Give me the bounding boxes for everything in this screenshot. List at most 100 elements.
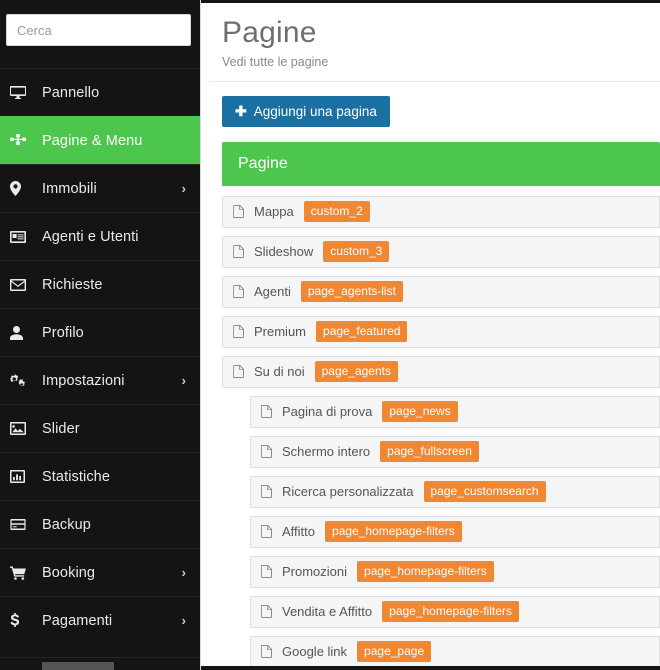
sidebar-item-profilo[interactable]: Profilo [0,308,200,356]
page-row-label: Mappa [254,204,294,220]
file-icon [233,205,246,219]
sidebar-item-label: Profilo [42,324,84,341]
sidebar-item-label: Immobili [42,180,97,197]
file-icon [233,325,246,339]
page-template-badge: page_agents-list [300,281,403,303]
file-icon [261,645,274,659]
sidebar-item-label: Pannello [42,84,100,101]
page-title: Pagine [222,16,317,49]
sidebar-item-impostazioni[interactable]: Impostazioni › [0,356,200,404]
add-page-button[interactable]: ✚ Aggiungi una pagina [222,95,390,127]
add-page-button-label: Aggiungi una pagina [253,103,377,119]
page-row[interactable]: Google link page_page [250,635,660,668]
pages-list: Mappa custom_2 Slideshow custom_3 Agenti… [222,185,660,668]
plus-icon: ✚ [235,103,247,120]
sidebar-item-backup[interactable]: Backup [0,500,200,548]
page-row[interactable]: Pagina di prova page_news [250,395,660,428]
sidebar-content-divider [200,0,201,670]
panel-title: Pagine [222,141,660,186]
sidebar-item-richieste[interactable]: Richieste [0,260,200,308]
pages-panel: Pagine Mappa custom_2 Slideshow custom_3 [222,141,660,668]
file-icon [261,405,274,419]
cart-icon [10,566,32,580]
sidebar-item-label: Slider [42,420,80,437]
sidebar-item-label: Booking [42,564,96,581]
page-row-label: Affitto [282,524,316,540]
page-template-badge: page_news [382,401,458,423]
search-input[interactable] [6,14,191,46]
hdd-icon [10,519,32,530]
sidebar-item-immobili[interactable]: Immobili › [0,164,200,212]
file-icon [233,365,246,379]
user-icon [10,325,32,340]
id-card-icon [10,230,32,243]
sidebar-item-pagine-menu[interactable]: Pagine & Menu [0,116,200,164]
page-row[interactable]: Promozioni page_homepage-filters [250,555,660,588]
sidebar-item-label: Pagine & Menu [42,132,143,149]
sidebar-nav: Pannello Pagine & Menu Immobili › Agenti… [0,68,200,644]
file-icon [261,605,274,619]
page-row-label: Google link [282,644,348,660]
page-row[interactable]: Mappa custom_2 [222,195,660,228]
file-icon [261,565,274,579]
bottom-edge-strip [201,666,660,670]
page-template-badge: page_customsearch [423,481,546,503]
bar-chart-icon [10,470,32,483]
sidebar-item-label: Impostazioni [42,372,125,389]
page-row-label: Promozioni [282,564,348,580]
top-edge-strip [201,0,660,3]
page-template-badge: page_agents [314,361,398,383]
page-row[interactable]: Agenti page_agents-list [222,275,660,308]
sidebar-bottom-divider [0,657,200,658]
chevron-right-icon: › [181,181,186,196]
page-subtitle: Vedi tutte le pagine [222,54,329,69]
map-marker-icon [10,181,32,196]
sidebar-item-pannello[interactable]: Pannello [0,68,200,116]
sidebar-item-label: Pagamenti [42,612,113,629]
cogs-icon [10,373,32,388]
sidebar-item-slider[interactable]: Slider [0,404,200,452]
main-content: Pagine Vedi tutte le pagine ✚ Aggiungi u… [200,0,660,670]
chevron-right-icon: › [181,565,186,580]
sidebar-item-label: Agenti e Utenti [42,228,139,245]
sidebar-item-label: Statistiche [42,468,110,485]
chevron-right-icon: › [181,613,186,628]
page-row[interactable]: Su di noi page_agents [222,355,660,388]
sidebar-item-label: Richieste [42,276,103,293]
page-row[interactable]: Ricerca personalizzata page_customsearch [250,475,660,508]
sidebar-item-agenti-utenti[interactable]: Agenti e Utenti [0,212,200,260]
page-row-label: Ricerca personalizzata [282,484,414,500]
page-row-label: Pagina di prova [282,404,373,420]
file-icon [233,245,246,259]
sidebar-item-booking[interactable]: Booking › [0,548,200,596]
page-row[interactable]: Slideshow custom_3 [222,235,660,268]
page-row[interactable]: Premium page_featured [222,315,660,348]
page-template-badge: custom_3 [323,241,390,263]
page-header: Pagine Vedi tutte le pagine [210,0,660,81]
page-row[interactable]: Affitto page_homepage-filters [250,515,660,548]
envelope-icon [10,278,32,291]
page-row[interactable]: Schermo intero page_fullscreen [250,435,660,468]
file-icon [233,285,246,299]
sidebar-item-label: Backup [42,516,91,533]
page-template-badge: page_homepage-filters [357,561,494,583]
page-row-label: Slideshow [254,244,314,260]
page-template-badge: custom_2 [303,201,370,223]
sidebar-bottom-partial-item[interactable] [42,662,114,670]
page-template-badge: page_homepage-filters [325,521,462,543]
sidebar-search-wrap [0,0,200,46]
file-icon [261,485,274,499]
sidebar: Pannello Pagine & Menu Immobili › [0,0,200,670]
dollar-icon [10,613,32,628]
desktop-icon [10,85,32,100]
file-icon [261,525,274,539]
page-template-badge: page_fullscreen [380,441,479,463]
page-row[interactable]: Vendita e Affitto page_homepage-filters [250,595,660,628]
page-template-badge: page_homepage-filters [382,601,519,623]
page-template-badge: page_featured [316,321,408,343]
page-row-label: Vendita e Affitto [282,604,373,620]
sidebar-item-pagamenti[interactable]: Pagamenti › [0,596,200,644]
admin-dashboard: Pannello Pagine & Menu Immobili › [0,0,660,670]
sidebar-item-statistiche[interactable]: Statistiche [0,452,200,500]
page-row-label: Su di noi [254,364,305,380]
